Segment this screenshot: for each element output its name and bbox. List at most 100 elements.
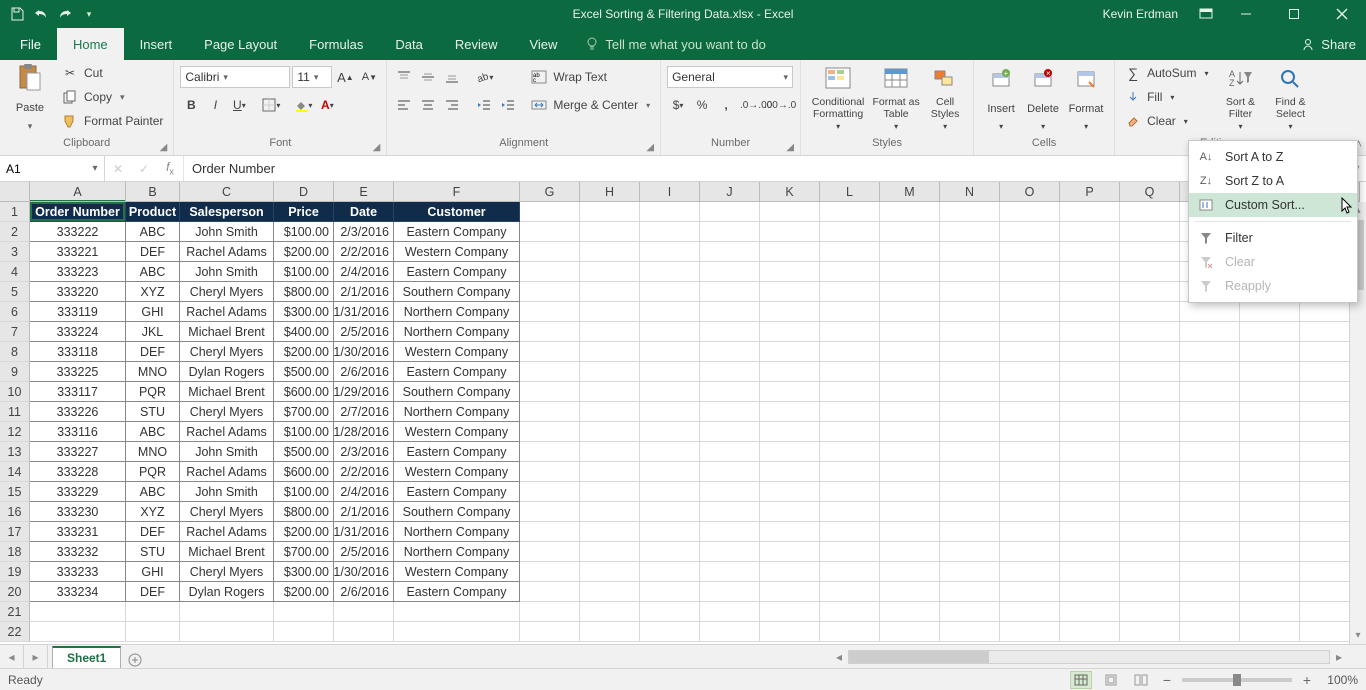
font-color-icon[interactable]: A▾ <box>316 94 338 116</box>
page-break-view-icon[interactable] <box>1130 671 1152 689</box>
wrap-text-button[interactable]: abcWrap Text <box>527 66 654 88</box>
tab-review[interactable]: Review <box>439 28 514 60</box>
table-cell[interactable]: DEF <box>126 242 180 262</box>
table-cell[interactable]: $800.00 <box>274 502 334 522</box>
table-cell[interactable]: 2/4/2016 <box>334 482 394 502</box>
decrease-indent-icon[interactable] <box>473 94 495 116</box>
table-cell[interactable]: $400.00 <box>274 322 334 342</box>
table-cell[interactable]: John Smith <box>180 442 274 462</box>
table-cell[interactable]: XYZ <box>126 282 180 302</box>
clear-button[interactable]: Clear▾ <box>1121 110 1212 132</box>
table-cell[interactable]: Rachel Adams <box>180 302 274 322</box>
table-cell[interactable]: $600.00 <box>274 462 334 482</box>
table-cell[interactable]: 2/6/2016 <box>334 582 394 602</box>
scroll-left-icon[interactable]: ◂ <box>830 650 848 664</box>
table-cell[interactable]: PQR <box>126 382 180 402</box>
align-left-icon[interactable] <box>393 94 415 116</box>
table-cell[interactable]: 1/31/2016 <box>334 302 394 322</box>
table-cell[interactable]: Western Company <box>394 242 520 262</box>
table-cell[interactable]: 333116 <box>30 422 126 442</box>
table-cell[interactable]: 333221 <box>30 242 126 262</box>
increase-font-icon[interactable]: A▲ <box>334 66 356 88</box>
table-cell[interactable]: 333119 <box>30 302 126 322</box>
table-cell[interactable]: $200.00 <box>274 522 334 542</box>
table-cell[interactable]: GHI <box>126 302 180 322</box>
minimize-button[interactable] <box>1224 0 1268 28</box>
column-header[interactable]: G <box>520 182 580 202</box>
cut-button[interactable]: ✂Cut <box>58 62 167 84</box>
table-cell[interactable]: 333117 <box>30 382 126 402</box>
table-cell[interactable]: 1/29/2016 <box>334 382 394 402</box>
table-cell[interactable]: Western Company <box>394 342 520 362</box>
table-cell[interactable]: 2/5/2016 <box>334 542 394 562</box>
table-cell[interactable]: 333226 <box>30 402 126 422</box>
align-center-icon[interactable] <box>417 94 439 116</box>
table-cell[interactable]: $200.00 <box>274 582 334 602</box>
scroll-right-icon[interactable]: ▸ <box>1330 650 1348 664</box>
table-cell[interactable]: Eastern Company <box>394 362 520 382</box>
align-middle-icon[interactable] <box>417 66 439 88</box>
table-cell[interactable]: John Smith <box>180 262 274 282</box>
table-cell[interactable]: 2/4/2016 <box>334 262 394 282</box>
name-box[interactable]: ▾ <box>0 156 105 181</box>
table-cell[interactable]: 333118 <box>30 342 126 362</box>
table-cell[interactable]: Rachel Adams <box>180 242 274 262</box>
column-header[interactable]: M <box>880 182 940 202</box>
page-layout-view-icon[interactable] <box>1100 671 1122 689</box>
table-cell[interactable]: Michael Brent <box>180 382 274 402</box>
zoom-out-icon[interactable]: − <box>1160 672 1174 688</box>
table-cell[interactable]: Northern Company <box>394 302 520 322</box>
table-cell[interactable]: $100.00 <box>274 422 334 442</box>
fx-icon[interactable]: fx <box>157 160 183 176</box>
column-header[interactable]: P <box>1060 182 1120 202</box>
table-cell[interactable]: 2/6/2016 <box>334 362 394 382</box>
table-cell[interactable]: Southern Company <box>394 502 520 522</box>
format-painter-button[interactable]: Format Painter <box>58 110 167 132</box>
table-cell[interactable]: $100.00 <box>274 262 334 282</box>
chevron-down-icon[interactable]: ▾ <box>86 163 104 174</box>
table-header-cell[interactable]: Salesperson <box>180 202 274 222</box>
format-cells-button[interactable]: Format▾ <box>1064 62 1108 132</box>
table-cell[interactable]: GHI <box>126 562 180 582</box>
table-cell[interactable]: Northern Company <box>394 322 520 342</box>
table-cell[interactable]: $800.00 <box>274 282 334 302</box>
new-sheet-button[interactable] <box>121 652 149 668</box>
find-select-button[interactable]: Find & Select▾ <box>1268 62 1312 132</box>
table-cell[interactable]: MNO <box>126 362 180 382</box>
dialog-launcher-icon[interactable]: ◢ <box>786 142 794 153</box>
table-cell[interactable]: 333225 <box>30 362 126 382</box>
maximize-button[interactable] <box>1272 0 1316 28</box>
name-box-input[interactable] <box>0 156 86 181</box>
table-cell[interactable]: Cheryl Myers <box>180 562 274 582</box>
tell-me[interactable]: Tell me what you want to do <box>573 28 777 60</box>
italic-icon[interactable]: I <box>204 94 226 116</box>
table-cell[interactable]: 1/28/2016 <box>334 422 394 442</box>
delete-cells-button[interactable]: × Delete▾ <box>1022 62 1064 132</box>
dialog-launcher-icon[interactable]: ◢ <box>646 142 654 153</box>
table-cell[interactable]: Dylan Rogers <box>180 362 274 382</box>
table-cell[interactable]: 333229 <box>30 482 126 502</box>
table-cell[interactable]: DEF <box>126 522 180 542</box>
table-cell[interactable]: 2/7/2016 <box>334 402 394 422</box>
scroll-down-icon[interactable]: ▾ <box>1350 627 1366 644</box>
table-cell[interactable]: Michael Brent <box>180 542 274 562</box>
table-cell[interactable]: MNO <box>126 442 180 462</box>
table-cell[interactable]: Cheryl Myers <box>180 282 274 302</box>
table-cell[interactable]: DEF <box>126 582 180 602</box>
insert-cells-button[interactable]: + Insert▾ <box>980 62 1022 132</box>
save-icon[interactable] <box>6 3 28 25</box>
table-cell[interactable]: STU <box>126 402 180 422</box>
share-button[interactable]: Share <box>1301 28 1356 60</box>
table-cell[interactable]: $500.00 <box>274 442 334 462</box>
table-cell[interactable]: 333232 <box>30 542 126 562</box>
zoom-slider[interactable] <box>1182 678 1292 682</box>
zoom-level[interactable]: 100% <box>1322 673 1358 687</box>
table-header-cell[interactable]: Order Number <box>30 202 126 222</box>
bold-icon[interactable]: B <box>180 94 202 116</box>
table-cell[interactable]: $300.00 <box>274 302 334 322</box>
column-header[interactable]: I <box>640 182 700 202</box>
underline-icon[interactable]: U▾ <box>228 94 250 116</box>
menu-filter[interactable]: Filter <box>1189 226 1357 250</box>
column-header[interactable]: H <box>580 182 640 202</box>
table-cell[interactable]: $100.00 <box>274 222 334 242</box>
